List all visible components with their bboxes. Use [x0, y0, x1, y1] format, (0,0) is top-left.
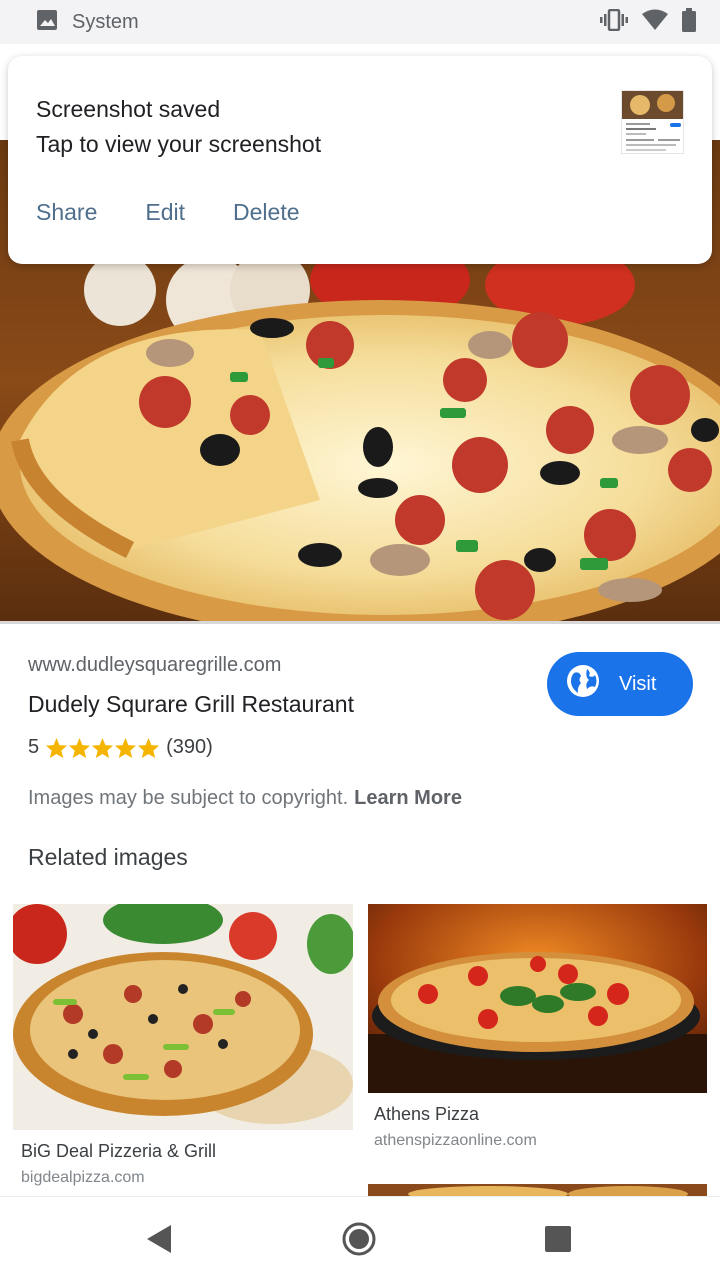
- image-info-panel: www.dudleysquaregrille.com Dudely Squrar…: [0, 624, 720, 894]
- related-images-heading: Related images: [28, 844, 188, 870]
- notification-actions: Share Edit Delete: [36, 199, 300, 226]
- screenshot-thumbnail[interactable]: [621, 90, 684, 154]
- related-card-site: bigdealpizza.com: [21, 1169, 145, 1186]
- back-icon: [147, 1225, 171, 1253]
- star-icon: [92, 737, 114, 758]
- star-icon: [115, 737, 137, 758]
- home-icon: [342, 1222, 376, 1256]
- star-rating: [45, 737, 160, 759]
- related-card-title: BiG Deal Pizzeria & Grill: [21, 1141, 217, 1161]
- wifi-icon: [642, 9, 668, 36]
- copyright-notice: Images may be subject to copyright. Learn…: [28, 787, 462, 810]
- vibrate-icon: [600, 8, 628, 36]
- delete-button[interactable]: Delete: [233, 199, 299, 226]
- back-button[interactable]: [137, 1217, 181, 1261]
- star-icon: [138, 737, 160, 758]
- page-title[interactable]: Dudely Squrare Grill Restaurant: [28, 691, 354, 718]
- status-label: System: [72, 10, 139, 33]
- home-button[interactable]: [337, 1217, 381, 1261]
- screen: System Screenshot saved Tap to view your…: [0, 0, 720, 1280]
- battery-icon: [682, 7, 696, 37]
- rating-row: 5 (390): [28, 736, 213, 759]
- status-bar: System: [0, 0, 720, 44]
- related-image-card[interactable]: BiG Deal Pizzeria & Grill bigdealpizza.c…: [13, 904, 353, 1196]
- visit-label: Visit: [619, 672, 657, 695]
- notification-title: Screenshot saved: [36, 96, 221, 122]
- star-icon: [69, 737, 91, 758]
- site-url[interactable]: www.dudleysquaregrille.com: [28, 654, 281, 677]
- image-icon: [36, 9, 58, 36]
- related-pizza-image: [368, 904, 707, 1093]
- notification-text: Tap to view your screenshot: [36, 131, 322, 157]
- recents-icon: [545, 1226, 571, 1252]
- star-icon: [46, 737, 68, 758]
- rating-value: 5: [28, 736, 40, 758]
- related-pizza-image: [13, 904, 353, 1130]
- related-pizza-image-partial: [368, 1184, 707, 1196]
- copyright-text: Images may be subject to copyright.: [28, 787, 349, 809]
- review-count: (390): [166, 736, 213, 758]
- share-button[interactable]: Share: [36, 199, 97, 226]
- navigation-bar: [0, 1196, 720, 1280]
- related-card-title: Athens Pizza: [374, 1104, 480, 1124]
- learn-more-link[interactable]: Learn More: [354, 787, 462, 809]
- visit-button[interactable]: Visit: [547, 652, 693, 716]
- related-image-card[interactable]: Athens Pizza athenspizzaonline.com: [368, 904, 707, 1196]
- globe-icon: [565, 663, 601, 705]
- related-card-site: athenspizzaonline.com: [374, 1132, 537, 1149]
- edit-button[interactable]: Edit: [145, 199, 185, 226]
- screenshot-notification[interactable]: Screenshot saved Tap to view your screen…: [8, 56, 712, 264]
- recents-button[interactable]: [536, 1217, 580, 1261]
